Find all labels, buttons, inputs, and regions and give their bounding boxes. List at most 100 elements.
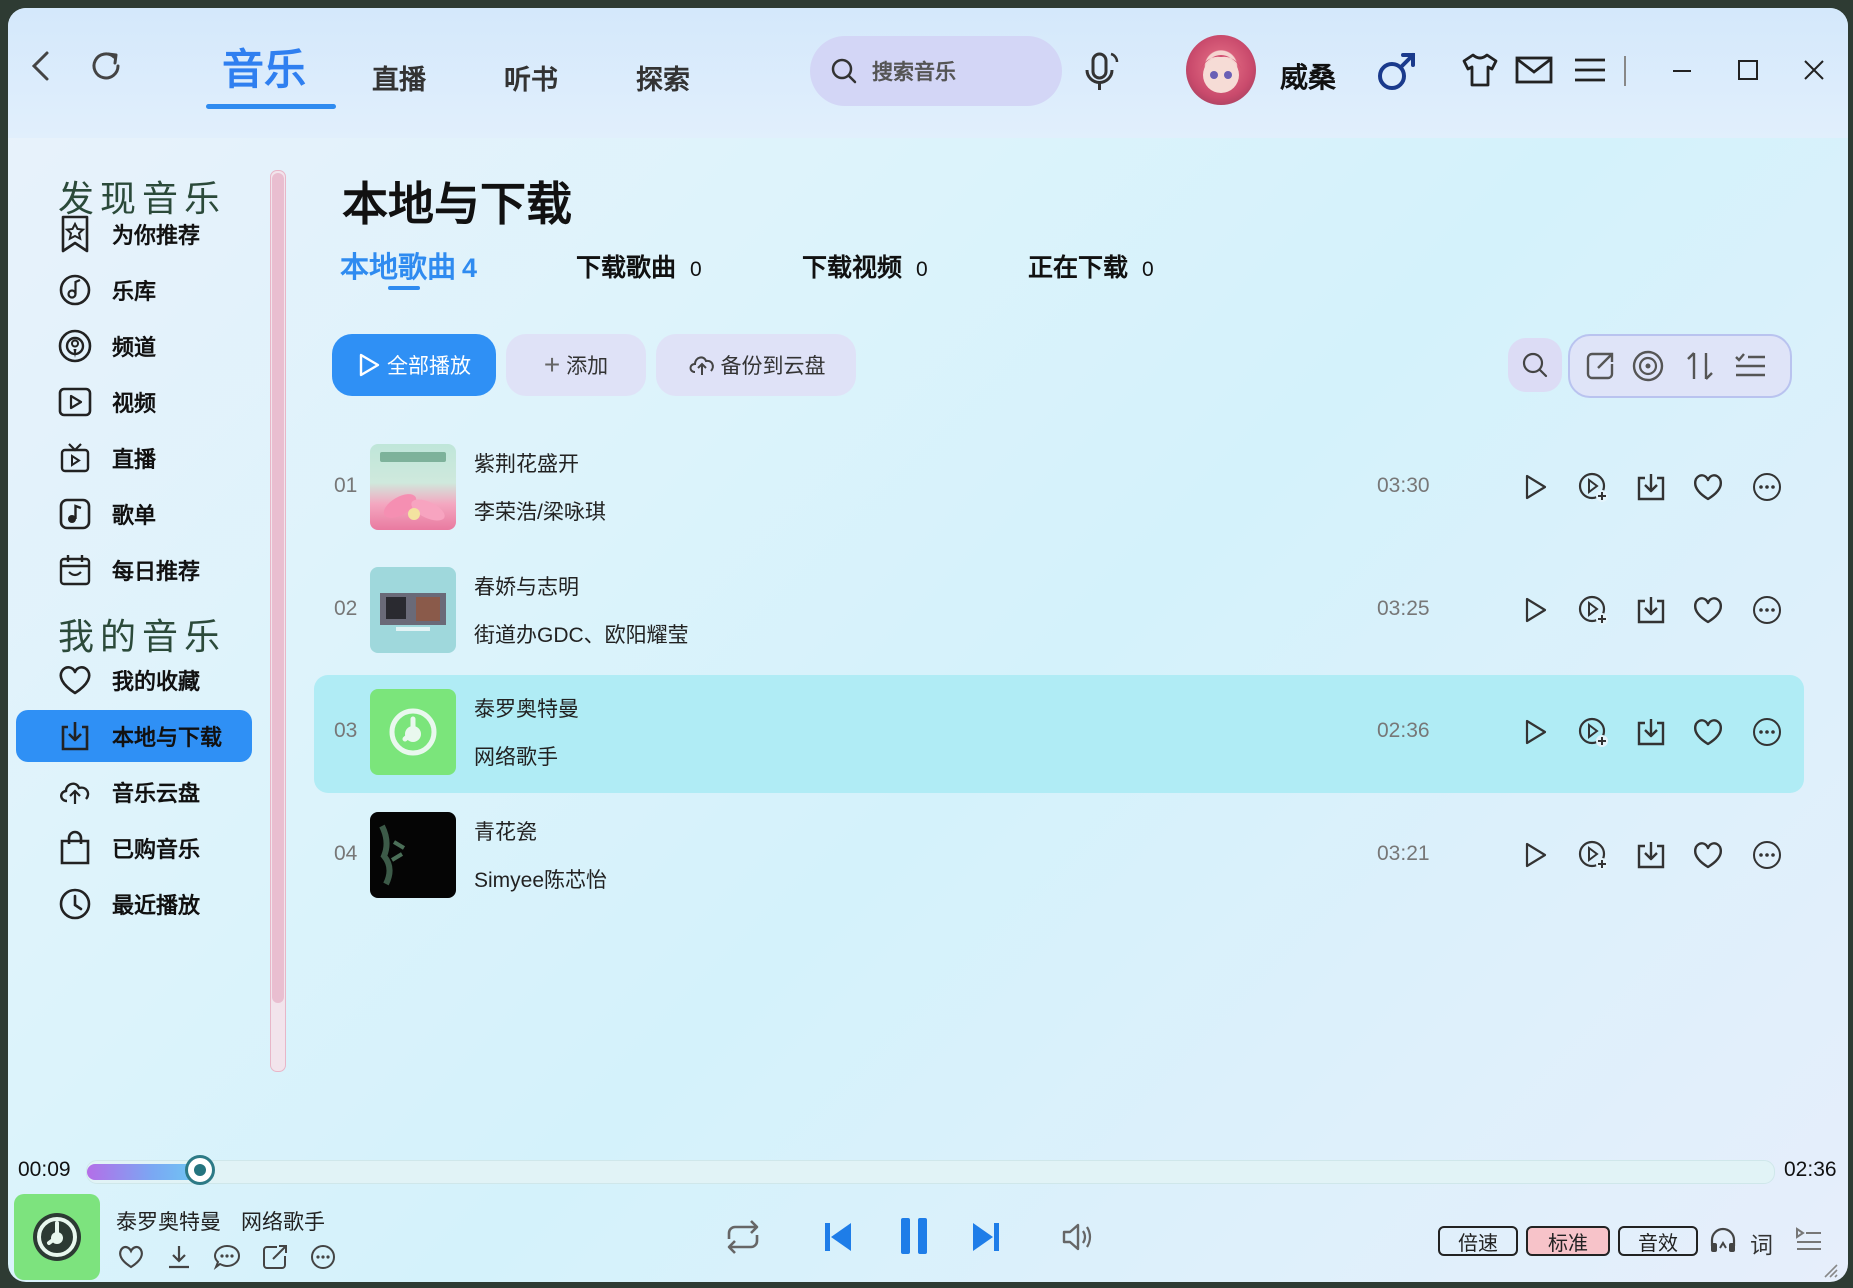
sidebar-item-favorites[interactable]: 我的收藏: [16, 654, 252, 706]
song-title[interactable]: 泰罗奥特曼: [474, 693, 579, 723]
more-icon[interactable]: [1746, 711, 1788, 753]
sidebar-item-local-download[interactable]: 本地与下载: [16, 710, 252, 762]
play-icon[interactable]: [1514, 711, 1556, 753]
sidebar-item-library[interactable]: 乐库: [16, 264, 252, 316]
batch-select-icon[interactable]: [1730, 346, 1770, 386]
avatar[interactable]: [1186, 35, 1256, 105]
progress-knob[interactable]: [185, 1155, 215, 1185]
download-icon[interactable]: [162, 1240, 196, 1274]
sidebar-item-recommend[interactable]: 为你推荐: [16, 208, 252, 260]
song-title[interactable]: 春娇与志明: [474, 571, 579, 601]
now-playing-cover[interactable]: [14, 1194, 100, 1280]
download-icon[interactable]: [1630, 466, 1672, 508]
tab-music[interactable]: 音乐: [222, 36, 306, 97]
mail-icon[interactable]: [1510, 46, 1558, 94]
refresh-icon[interactable]: [82, 42, 130, 90]
heart-icon[interactable]: [1687, 589, 1729, 631]
search-bar[interactable]: 搜索音乐: [810, 36, 1062, 106]
sidebar-scrollbar[interactable]: [270, 170, 286, 1072]
share-icon[interactable]: [258, 1240, 292, 1274]
sidebar-item-recent[interactable]: 最近播放: [16, 878, 252, 930]
sidebar-item-playlist[interactable]: 歌单: [16, 488, 252, 540]
heart-icon[interactable]: [1687, 711, 1729, 753]
list-search-button[interactable]: [1508, 338, 1562, 392]
play-all-button[interactable]: 全部播放: [332, 334, 496, 396]
play-icon[interactable]: [1514, 834, 1556, 876]
sidebar-item-daily[interactable]: 每日推荐: [16, 544, 252, 596]
tab-live[interactable]: 直播: [372, 58, 426, 97]
song-title[interactable]: 紫荆花盛开: [474, 448, 579, 478]
song-artist[interactable]: 李荣浩/梁咏琪: [474, 496, 606, 526]
close-icon[interactable]: [1790, 46, 1838, 94]
play-next-icon[interactable]: [1572, 711, 1614, 753]
sidebar-item-purchased[interactable]: 已购音乐: [16, 822, 252, 874]
pause-icon[interactable]: [886, 1208, 942, 1264]
more-icon[interactable]: [1746, 466, 1788, 508]
sidebar-item-live[interactable]: 直播: [16, 432, 252, 484]
sidebar-item-channel[interactable]: 频道: [16, 320, 252, 372]
quality-button[interactable]: 标准: [1526, 1226, 1610, 1256]
download-icon[interactable]: [1630, 589, 1672, 631]
song-title[interactable]: 青花瓷: [474, 816, 537, 846]
volume-icon[interactable]: [1056, 1214, 1100, 1260]
heart-icon[interactable]: [1687, 834, 1729, 876]
song-duration: 03:21: [1377, 842, 1430, 865]
minimize-icon[interactable]: [1658, 46, 1706, 94]
tab-downloaded-songs[interactable]: 下载歌曲 0: [576, 248, 702, 284]
next-icon[interactable]: [964, 1214, 1008, 1260]
progress-fill: [87, 1164, 197, 1180]
sidebar-item-label: 已购音乐: [112, 837, 201, 862]
previous-icon[interactable]: [816, 1214, 860, 1260]
lyrics-button[interactable]: 词: [1750, 1226, 1773, 1260]
album-cover[interactable]: [370, 812, 456, 898]
now-playing-info[interactable]: 泰罗奥特曼 网络歌手: [116, 1206, 325, 1236]
download-icon[interactable]: [1630, 711, 1672, 753]
sidebar-item-label: 每日推荐: [112, 559, 201, 584]
tab-downloaded-videos[interactable]: 下载视频 0: [802, 248, 928, 284]
song-artist[interactable]: Simyee陈芯怡: [474, 864, 607, 894]
playlist-queue-icon[interactable]: [1792, 1222, 1826, 1256]
album-cover[interactable]: [370, 567, 456, 653]
song-artist[interactable]: 网络歌手: [474, 741, 558, 771]
back-icon[interactable]: [16, 42, 64, 90]
scrollbar-thumb[interactable]: [272, 173, 284, 1003]
listen-together-icon[interactable]: [1706, 1222, 1740, 1258]
tab-downloading[interactable]: 正在下载 0: [1028, 248, 1154, 284]
sort-icon[interactable]: [1680, 346, 1720, 386]
skin-shirt-icon[interactable]: [1456, 46, 1504, 94]
album-cover[interactable]: [370, 689, 456, 775]
comment-icon[interactable]: [210, 1240, 244, 1274]
progress-bar[interactable]: [86, 1155, 1775, 1185]
sidebar-item-cloud[interactable]: 音乐云盘: [16, 766, 252, 818]
backup-cloud-button[interactable]: 备份到云盘: [656, 334, 856, 396]
tab-local-songs[interactable]: 本地歌曲 4: [340, 244, 477, 286]
like-icon[interactable]: [114, 1240, 148, 1274]
play-next-icon[interactable]: [1572, 589, 1614, 631]
more-icon[interactable]: [1746, 834, 1788, 876]
sound-effect-button[interactable]: 音效: [1618, 1226, 1698, 1256]
speed-button[interactable]: 倍速: [1438, 1226, 1518, 1256]
play-icon[interactable]: [1514, 466, 1556, 508]
sidebar-item-video[interactable]: 视频: [16, 376, 252, 428]
play-next-icon[interactable]: [1572, 466, 1614, 508]
heart-icon[interactable]: [1687, 466, 1729, 508]
menu-icon[interactable]: [1566, 46, 1614, 94]
export-icon[interactable]: [1580, 346, 1620, 386]
tab-audiobook[interactable]: 听书: [504, 58, 558, 97]
repeat-icon[interactable]: [718, 1212, 768, 1262]
username[interactable]: 威桑: [1280, 56, 1336, 96]
disc-scan-icon[interactable]: [1628, 346, 1668, 386]
more-icon[interactable]: [1746, 589, 1788, 631]
play-icon[interactable]: [1514, 589, 1556, 631]
album-cover[interactable]: [370, 444, 456, 530]
voice-search-icon[interactable]: [1076, 44, 1126, 98]
play-next-icon[interactable]: [1572, 834, 1614, 876]
search-placeholder: 搜索音乐: [872, 61, 956, 84]
tab-explore[interactable]: 探索: [636, 58, 690, 97]
resize-grip-icon[interactable]: [1818, 1258, 1840, 1280]
download-icon[interactable]: [1630, 834, 1672, 876]
add-button[interactable]: + 添加: [506, 334, 646, 396]
maximize-icon[interactable]: [1724, 46, 1772, 94]
more-icon[interactable]: [306, 1240, 340, 1274]
song-artist[interactable]: 街道办GDC、欧阳耀莹: [474, 619, 689, 649]
